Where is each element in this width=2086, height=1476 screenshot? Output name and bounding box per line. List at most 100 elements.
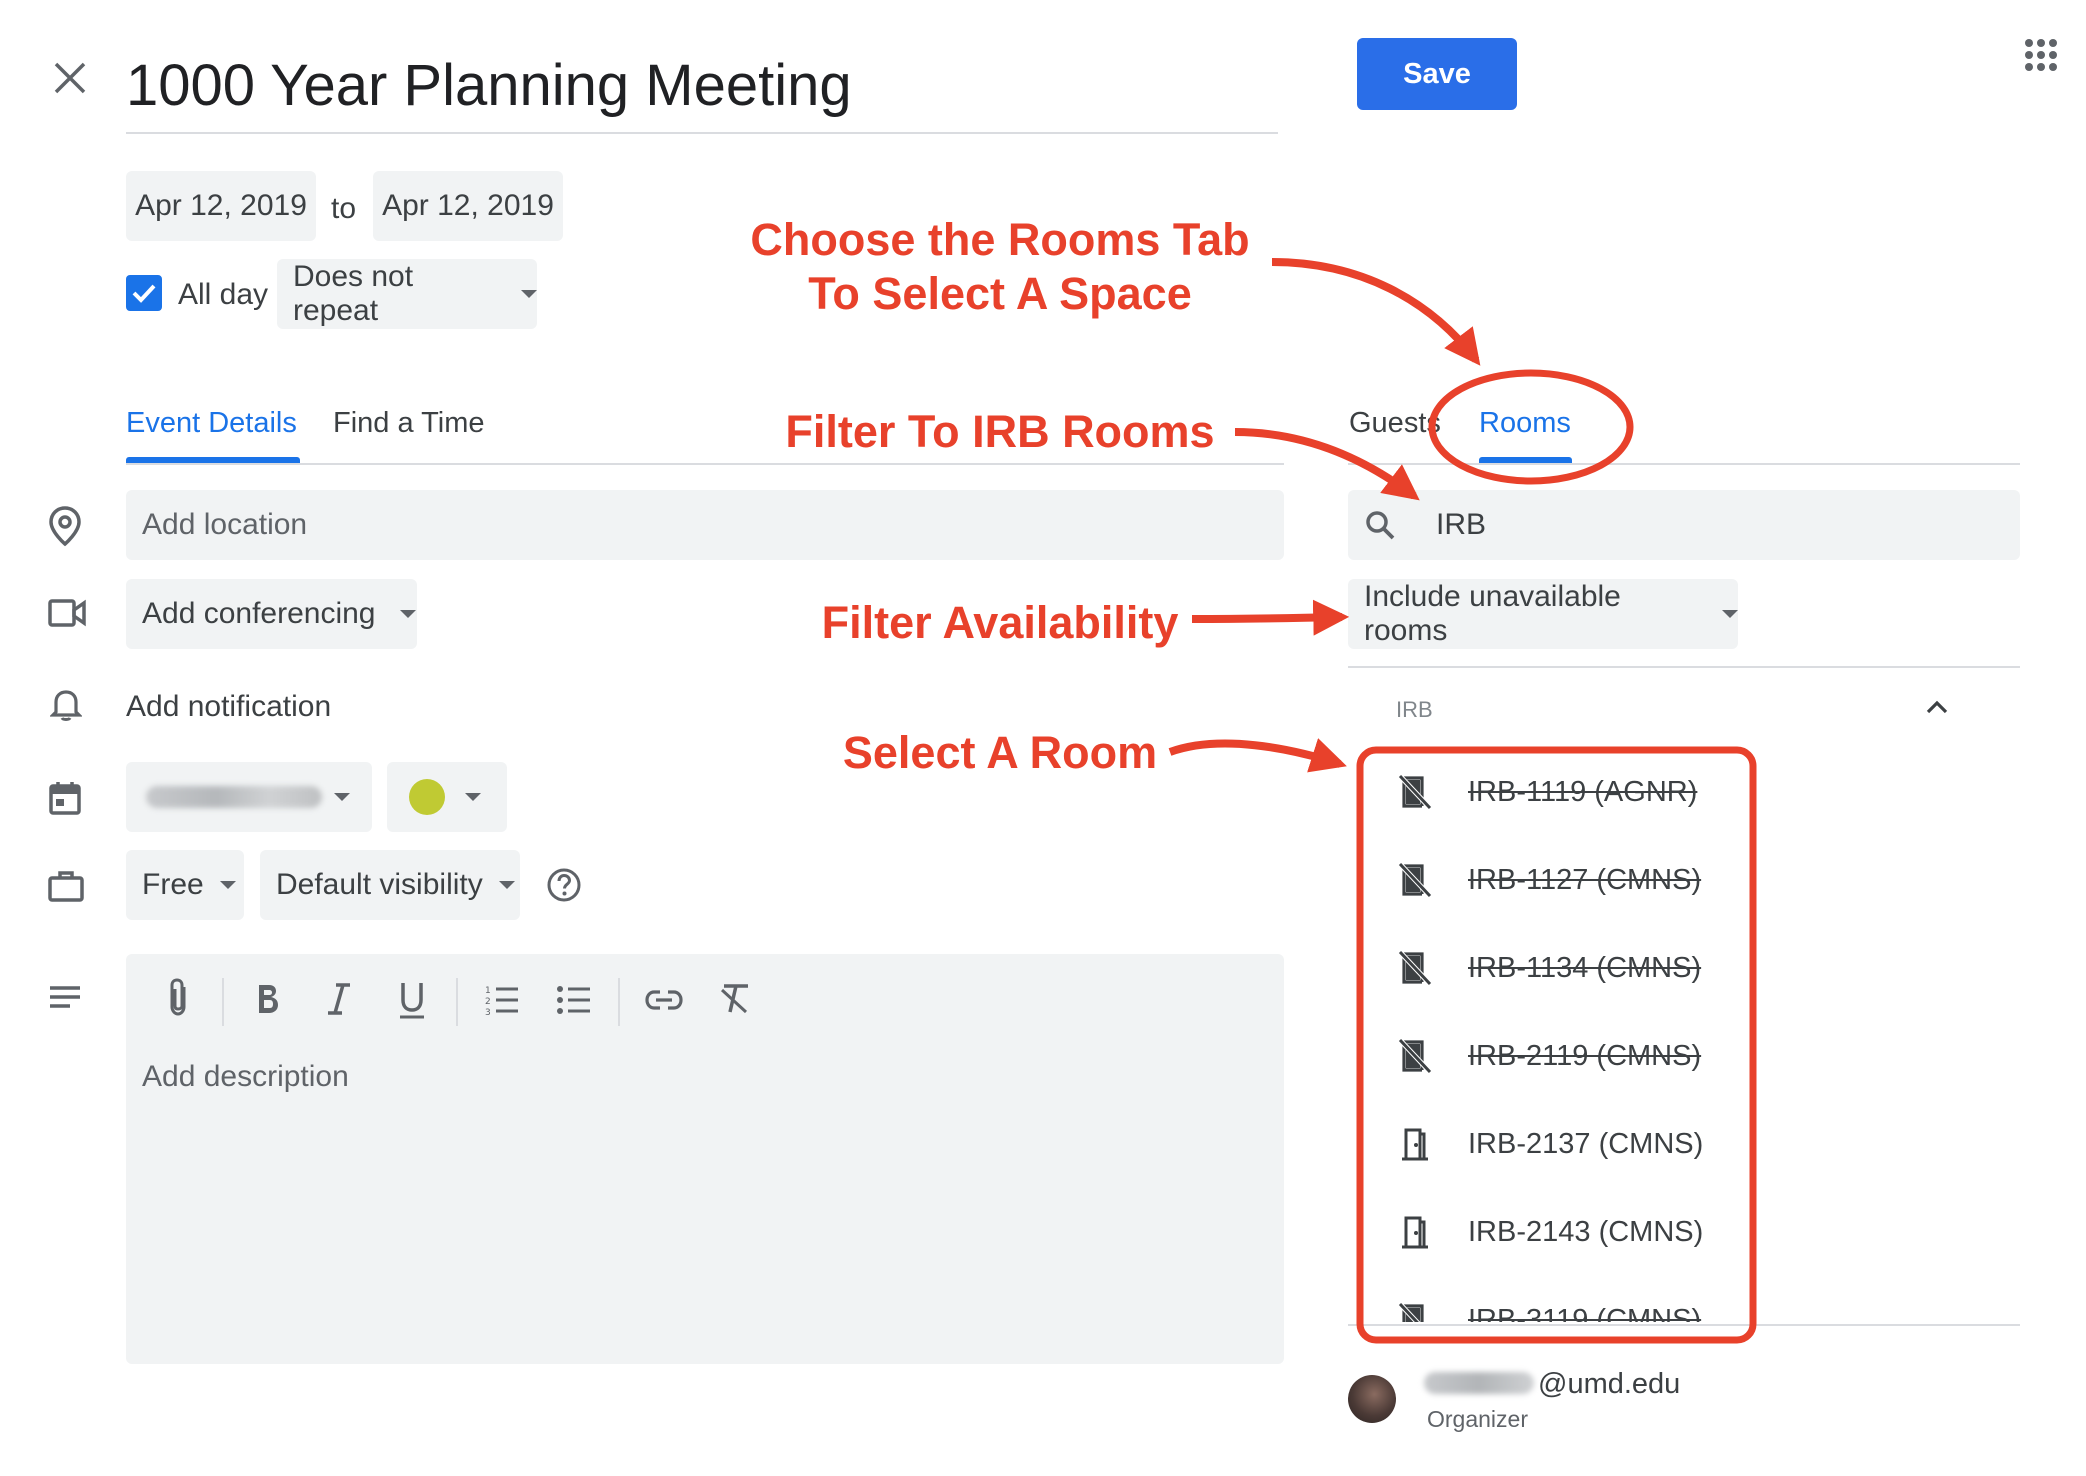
- chevron-up-icon[interactable]: [1926, 699, 1948, 715]
- calendar-name-blurred: [146, 786, 322, 808]
- room-unavailable-icon: [1398, 862, 1432, 898]
- event-color-select[interactable]: [387, 762, 507, 832]
- organizer-email-suffix: @umd.edu: [1538, 1368, 1681, 1400]
- rooms-divider: [1348, 666, 2020, 668]
- toolbar-divider: [456, 978, 458, 1026]
- room-name: IRB-1127 (CMNS): [1468, 863, 1702, 896]
- room-group-label: IRB: [1396, 697, 1433, 722]
- room-unavailable-icon: [1398, 774, 1432, 810]
- room-list-item[interactable]: IRB-1134 (CMNS): [1398, 924, 1718, 1012]
- tabs-divider: [126, 463, 1284, 465]
- tab-find-a-time[interactable]: Find a Time: [333, 407, 485, 440]
- all-day-checkbox[interactable]: [126, 275, 162, 311]
- meeting-room-icon: [1398, 1214, 1432, 1250]
- tab-guests-label: Guests: [1349, 407, 1441, 439]
- tab-find-a-time-label: Find a Time: [333, 407, 485, 439]
- location-pin-icon: [48, 505, 82, 547]
- toolbar-divider: [618, 978, 620, 1026]
- tab-rooms[interactable]: Rooms: [1479, 407, 1571, 440]
- availability-value: Free: [142, 868, 204, 901]
- bell-icon: [50, 686, 82, 722]
- room-name: IRB-2119 (CMNS): [1468, 1039, 1702, 1072]
- room-unavailable-icon: [1398, 950, 1432, 986]
- room-name: IRB-3119 (CMNS): [1468, 1303, 1702, 1323]
- room-list: IRB-1119 (AGNR) IRB-1127 (CMNS) IRB-1134 (…: [1356, 748, 1752, 1322]
- room-search-value: IRB: [1436, 508, 1487, 541]
- svg-text:3: 3: [485, 1008, 491, 1016]
- italic-icon[interactable]: [326, 982, 352, 1016]
- attachment-icon[interactable]: [164, 975, 192, 1019]
- room-list-item[interactable]: IRB-1127 (CMNS): [1398, 836, 1718, 924]
- checkmark-icon: [132, 284, 156, 303]
- room-search-input[interactable]: IRB: [1348, 490, 2020, 560]
- room-unavailable-icon: [1398, 1038, 1432, 1074]
- calendar-icon: [48, 780, 82, 816]
- help-icon[interactable]: [546, 867, 582, 903]
- tab-event-details[interactable]: Event Details: [126, 407, 297, 440]
- conferencing-dropdown[interactable]: Add conferencing: [126, 579, 417, 649]
- repeat-dropdown[interactable]: Does not repeat: [277, 259, 537, 329]
- annotation-rooms-tab: Choose the Rooms Tab To Select A Space: [740, 213, 1260, 321]
- event-title-input[interactable]: 1000 Year Planning Meeting: [126, 48, 1278, 134]
- description-lines-icon: [48, 985, 82, 1009]
- chevron-down-icon: [399, 610, 416, 618]
- organizer-role: Organizer: [1427, 1406, 1528, 1432]
- svg-text:1: 1: [485, 986, 491, 996]
- chevron-down-icon: [521, 290, 537, 298]
- tab-rooms-label: Rooms: [1479, 407, 1571, 439]
- room-list-item[interactable]: IRB-1119 (AGNR): [1398, 748, 1718, 836]
- room-list-item[interactable]: IRB-2137 (CMNS): [1398, 1100, 1718, 1188]
- underline-icon[interactable]: [398, 980, 426, 1020]
- tab-event-details-label: Event Details: [126, 407, 297, 439]
- end-date-field[interactable]: Apr 12, 2019: [373, 171, 563, 241]
- annotation-filter-availability: Filter Availability: [821, 597, 1179, 648]
- organizer-name-blurred: [1424, 1372, 1534, 1394]
- location-input[interactable]: Add location: [126, 490, 1284, 560]
- room-list-item[interactable]: IRB-2119 (CMNS): [1398, 1012, 1718, 1100]
- room-list-item[interactable]: IRB-2143 (CMNS): [1398, 1188, 1718, 1276]
- annotation-rooms-tab-line2: To Select A Space: [808, 268, 1192, 319]
- search-icon: [1364, 509, 1396, 541]
- annotation-select-room: Select A Room: [842, 727, 1158, 778]
- room-unavailable-icon: [1398, 1302, 1432, 1322]
- annotation-rooms-tab-line1: Choose the Rooms Tab: [750, 214, 1250, 265]
- chevron-down-icon: [219, 881, 236, 889]
- close-icon[interactable]: [52, 60, 88, 96]
- toolbar-divider: [222, 978, 224, 1026]
- link-icon[interactable]: [645, 988, 683, 1012]
- room-name: IRB-2137 (CMNS): [1468, 1127, 1704, 1160]
- save-button[interactable]: Save: [1357, 38, 1517, 110]
- room-name: IRB-1119 (AGNR): [1468, 775, 1698, 808]
- visibility-dropdown[interactable]: Default visibility: [260, 850, 520, 920]
- repeat-value: Does not repeat: [293, 260, 414, 327]
- conferencing-label: Add conferencing: [142, 597, 376, 630]
- room-availability-filter[interactable]: Include unavailable rooms: [1348, 579, 1738, 649]
- right-tabs-divider: [1348, 463, 2020, 465]
- room-list-item[interactable]: IRB-3119 (CMNS): [1398, 1276, 1718, 1322]
- annotation-filter-irb: Filter To IRB Rooms: [785, 406, 1215, 457]
- add-notification-link[interactable]: Add notification: [126, 690, 331, 724]
- video-camera-icon: [48, 598, 86, 628]
- color-swatch: [409, 779, 445, 815]
- clear-formatting-icon[interactable]: [718, 982, 752, 1016]
- numbered-list-icon[interactable]: 123: [484, 984, 520, 1016]
- room-list-bottom-divider: [1348, 1324, 2020, 1326]
- briefcase-icon: [48, 870, 84, 902]
- calendar-select[interactable]: [126, 762, 372, 832]
- description-editor[interactable]: [126, 954, 1284, 1364]
- date-separator: to: [331, 192, 357, 225]
- apps-grid-icon[interactable]: [2024, 38, 2058, 72]
- description-placeholder: Add description: [142, 1060, 349, 1093]
- start-date-field[interactable]: Apr 12, 2019: [126, 171, 316, 241]
- end-date: Apr 12, 2019: [382, 189, 554, 222]
- chevron-down-icon: [465, 793, 481, 801]
- bulleted-list-icon[interactable]: [556, 984, 592, 1016]
- svg-text:2: 2: [485, 997, 491, 1007]
- start-date: Apr 12, 2019: [135, 189, 307, 222]
- bold-icon[interactable]: [254, 982, 282, 1016]
- room-name: IRB-1134 (CMNS): [1468, 951, 1702, 984]
- save-button-label: Save: [1403, 57, 1471, 90]
- availability-dropdown[interactable]: Free: [126, 850, 244, 920]
- tab-guests[interactable]: Guests: [1349, 407, 1441, 440]
- visibility-value: Default visibility: [276, 868, 483, 901]
